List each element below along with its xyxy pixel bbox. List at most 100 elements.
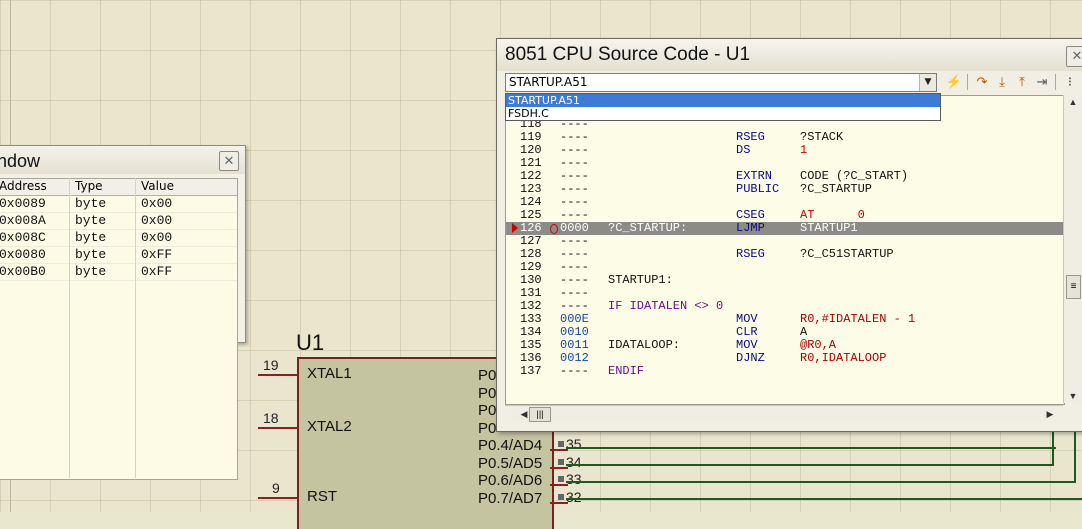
pin-number: 34 xyxy=(566,453,582,470)
pin-marker xyxy=(558,441,564,447)
pin-marker xyxy=(558,458,564,465)
code-line[interactable]: 124 ---- xyxy=(506,196,1064,209)
code-view[interactable]: 116----?C_C51STARTUPSEGMENTCODE117----?S… xyxy=(505,95,1065,405)
code-line[interactable]: 132 ---- IF IDATALEN <> 0 xyxy=(506,300,1064,313)
file-dropdown-list[interactable]: STARTUP.A51 FSDH.C xyxy=(505,93,941,121)
column-header-value[interactable]: Value xyxy=(141,179,221,193)
run-to-cursor-icon[interactable]: ⇥ xyxy=(1033,73,1051,91)
code-line[interactable]: 135 0011 IDATALOOP: MOV @R0,A xyxy=(506,339,1064,352)
code-line[interactable]: 134 0010 CLR A xyxy=(506,326,1064,339)
chevron-down-icon[interactable]: ▼ xyxy=(919,74,936,91)
step-out-icon[interactable]: ⤒ xyxy=(1013,73,1031,91)
close-icon[interactable]: ✕ xyxy=(219,151,239,171)
column-divider xyxy=(135,178,136,478)
cell-value: 0xFF xyxy=(141,264,173,279)
pin-number: 18 xyxy=(263,410,279,426)
source-window-title: 8051 CPU Source Code - U1 xyxy=(505,44,751,65)
watch-table[interactable]: Address Type Value 0x0089 byte 0x00 0x008A b… xyxy=(0,178,238,480)
source-toolbar: STARTUP.A51 ▼ ⚡ ↷ ⤓ ⤒ ⇥ ⁝ xyxy=(497,71,1082,93)
file-select-value: STARTUP.A51 xyxy=(509,75,588,89)
code-line[interactable]: 120 ---- DS 1 xyxy=(506,144,1064,157)
chip-label: U1 xyxy=(296,330,325,355)
scroll-thumb[interactable]: ||| xyxy=(529,407,551,422)
code-op: DJNZ xyxy=(736,351,765,365)
source-code-window[interactable]: 8051 CPU Source Code - U1 ✕ STARTUP.A51 … xyxy=(496,38,1082,432)
code-label: STARTUP1: xyxy=(608,273,673,287)
cell-address: 0x0080 xyxy=(0,247,46,262)
file-option-startup[interactable]: STARTUP.A51 xyxy=(506,94,940,107)
pin-name: P0 xyxy=(478,419,497,437)
pin-name: RST xyxy=(307,488,337,505)
current-code-line[interactable]: 126 0000 ?C_STARTUP: LJMP STARTUP1 xyxy=(506,222,1064,235)
code-line[interactable]: 121 ---- xyxy=(506,157,1064,170)
pin-name: XTAL2 xyxy=(307,418,352,435)
file-option-fsdh[interactable]: FSDH.C xyxy=(506,107,940,120)
column-divider xyxy=(69,178,70,478)
code-label: IF IDATALEN <> 0 xyxy=(608,299,724,313)
code-line[interactable]: 137 ---- ENDIF xyxy=(506,365,1064,378)
code-line[interactable]: 131 ---- xyxy=(506,287,1064,300)
code-line[interactable]: 119 ---- RSEG ?STACK xyxy=(506,131,1064,144)
breakpoint-icon[interactable]: ⁝ xyxy=(1061,73,1079,91)
code-line[interactable]: 133 000E MOV R0,#IDATALEN - 1 xyxy=(506,313,1064,326)
table-row[interactable]: 0x0089 byte 0x00 xyxy=(0,196,237,213)
horizontal-scrollbar[interactable]: ◀ ||| ▶ xyxy=(505,405,1063,422)
code-label: ENDIF xyxy=(608,364,645,378)
program-counter-icon xyxy=(512,223,518,233)
source-window-titlebar[interactable]: 8051 CPU Source Code - U1 xyxy=(497,39,1082,71)
code-arg: 1 xyxy=(800,143,808,157)
scroll-down-icon[interactable]: ▼ xyxy=(1064,389,1082,403)
file-select[interactable]: STARTUP.A51 ▼ xyxy=(505,73,937,92)
code-arg: ?C_STARTUP xyxy=(800,182,873,196)
watch-table-header: Address Type Value xyxy=(0,179,237,196)
watch-window-titlebar[interactable]: ndow xyxy=(0,146,245,174)
table-row[interactable]: 0x0080 byte 0xFF xyxy=(0,247,237,264)
column-header-address[interactable]: Address xyxy=(0,179,69,193)
close-icon[interactable]: ✕ xyxy=(1066,46,1082,67)
code-op: RSEG xyxy=(736,247,765,261)
pin-marker xyxy=(558,493,564,500)
cell-type: byte xyxy=(75,264,107,279)
watch-window[interactable]: ndow ✕ Address Type Value 0x0089 byte 0x00… xyxy=(0,145,246,480)
code-addr: ---- xyxy=(560,364,589,378)
code-line[interactable]: 136 0012 DJNZ R0,IDATALOOP xyxy=(506,352,1064,365)
scroll-thumb[interactable]: ≡ xyxy=(1066,275,1081,299)
code-line[interactable]: 129 ---- xyxy=(506,261,1064,274)
cell-type: byte xyxy=(75,230,107,245)
breakpoint-marker-icon[interactable] xyxy=(550,224,558,234)
code-line[interactable]: 128 ---- RSEG ?C_C51STARTUP xyxy=(506,248,1064,261)
vertical-scrollbar[interactable]: ▲ ≡ ▼ xyxy=(1063,95,1082,403)
cell-value: 0x00 xyxy=(141,230,173,245)
step-over-icon[interactable]: ↷ xyxy=(973,73,991,91)
table-row[interactable]: 0x008C byte 0x00 xyxy=(0,230,237,247)
pin-number: 33 xyxy=(566,471,582,487)
code-arg: ?C_C51STARTUP xyxy=(800,247,894,261)
code-line[interactable]: 130 ---- STARTUP1: xyxy=(506,274,1064,287)
code-line[interactable]: 127 ---- xyxy=(506,235,1064,248)
pin-number: 32 xyxy=(566,488,582,505)
pin-name: P0.7/AD7 xyxy=(478,489,543,507)
wire-bus xyxy=(1074,430,1076,483)
table-row[interactable]: 0x008A byte 0x00 xyxy=(0,213,237,230)
wire-bus xyxy=(566,464,1054,466)
pin-name: XTAL1 xyxy=(307,365,352,382)
pin-name: P0.4/AD4 xyxy=(478,437,543,454)
pin-number: 9 xyxy=(272,480,280,496)
toolbar-separator xyxy=(967,74,968,90)
column-header-type[interactable]: Type xyxy=(75,179,137,193)
step-into-icon[interactable]: ⤓ xyxy=(993,73,1011,91)
code-line[interactable]: 123 ---- PUBLIC ?C_STARTUP xyxy=(506,183,1064,196)
pin-name: P0.6/AD6 xyxy=(478,472,543,489)
scroll-up-icon[interactable]: ▲ xyxy=(1064,95,1082,109)
table-row[interactable]: 0x00B0 byte 0xFF xyxy=(0,264,237,281)
code-op: PUBLIC xyxy=(736,182,780,196)
wire-bus xyxy=(566,481,1076,483)
cell-address: 0x008C xyxy=(0,230,46,245)
scroll-right-icon[interactable]: ▶ xyxy=(1043,406,1057,422)
pin-number: 35 xyxy=(566,436,582,452)
code-line[interactable]: 125 ---- CSEG AT 0 xyxy=(506,209,1064,222)
run-icon[interactable]: ⚡ xyxy=(945,73,963,91)
pin-number: 19 xyxy=(263,357,279,373)
pin-name: P0 xyxy=(478,384,497,402)
code-line[interactable]: 122 ---- EXTRN CODE (?C_START) xyxy=(506,170,1064,183)
